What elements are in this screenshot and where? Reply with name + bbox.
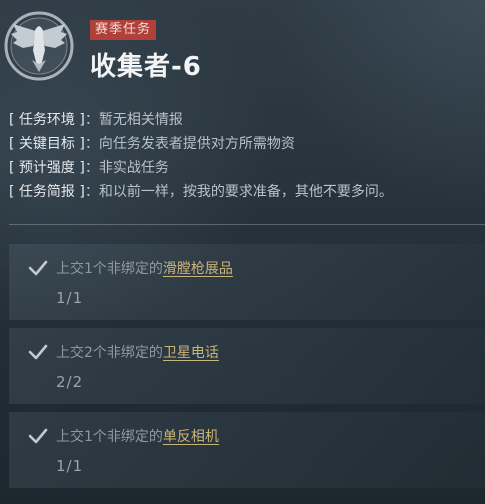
objective-item-link[interactable]: 滑膛枪展品: [163, 261, 233, 277]
objective-progress: 2/2: [56, 373, 84, 391]
objective-text: 上交1个非绑定的滑膛枪展品: [56, 258, 233, 278]
objective-prefix: 上交2个非绑定的: [56, 345, 163, 361]
checkmark-icon: [28, 428, 48, 444]
objective-prefix: 上交1个非绑定的: [56, 261, 163, 277]
objective-text: 上交2个非绑定的卫星电话: [56, 342, 219, 362]
checkmark-icon: [28, 260, 48, 276]
info-key: [ 任务简报 ]: [9, 184, 85, 200]
info-value: ：暂无相关情报: [84, 112, 183, 128]
objective-item: 上交1个非绑定的单反相机 1/1: [9, 412, 485, 488]
info-row-intensity: [ 预计强度 ]：非实战任务: [9, 156, 393, 180]
info-value: ：非实战任务: [84, 160, 169, 176]
task-title: 收集者-6: [90, 52, 202, 82]
eagle-emblem-icon: [4, 11, 74, 81]
objective-item: 上交2个非绑定的卫星电话 2/2: [9, 328, 485, 404]
info-row-briefing: [ 任务简报 ]：和以前一样，按我的要求准备，其他不要多问。: [9, 180, 393, 204]
objective-prefix: 上交1个非绑定的: [56, 429, 163, 445]
objective-progress: 1/1: [56, 289, 84, 307]
info-row-environment: [ 任务环境 ]：暂无相关情报: [9, 108, 393, 132]
divider: [9, 224, 485, 225]
objective-item-link[interactable]: 卫星电话: [163, 345, 219, 361]
objective-progress: 1/1: [56, 457, 84, 475]
objective-item: 上交1个非绑定的滑膛枪展品 1/1: [9, 244, 485, 320]
season-task-badge: 赛季任务: [90, 20, 157, 40]
info-row-key-target: [ 关键目标 ]：向任务发表者提供对方所需物资: [9, 132, 393, 156]
info-value: ：向任务发表者提供对方所需物资: [84, 136, 295, 152]
info-value: ：和以前一样，按我的要求准备，其他不要多问。: [84, 184, 393, 200]
info-key: [ 任务环境 ]: [9, 112, 85, 128]
checkmark-icon: [28, 344, 48, 360]
objective-item-link[interactable]: 单反相机: [163, 429, 219, 445]
objective-text: 上交1个非绑定的单反相机: [56, 426, 219, 446]
info-key: [ 预计强度 ]: [9, 160, 85, 176]
faction-emblem: [3, 10, 75, 82]
info-key: [ 关键目标 ]: [9, 136, 85, 152]
task-info: [ 任务环境 ]：暂无相关情报 [ 关键目标 ]：向任务发表者提供对方所需物资 …: [9, 108, 393, 204]
